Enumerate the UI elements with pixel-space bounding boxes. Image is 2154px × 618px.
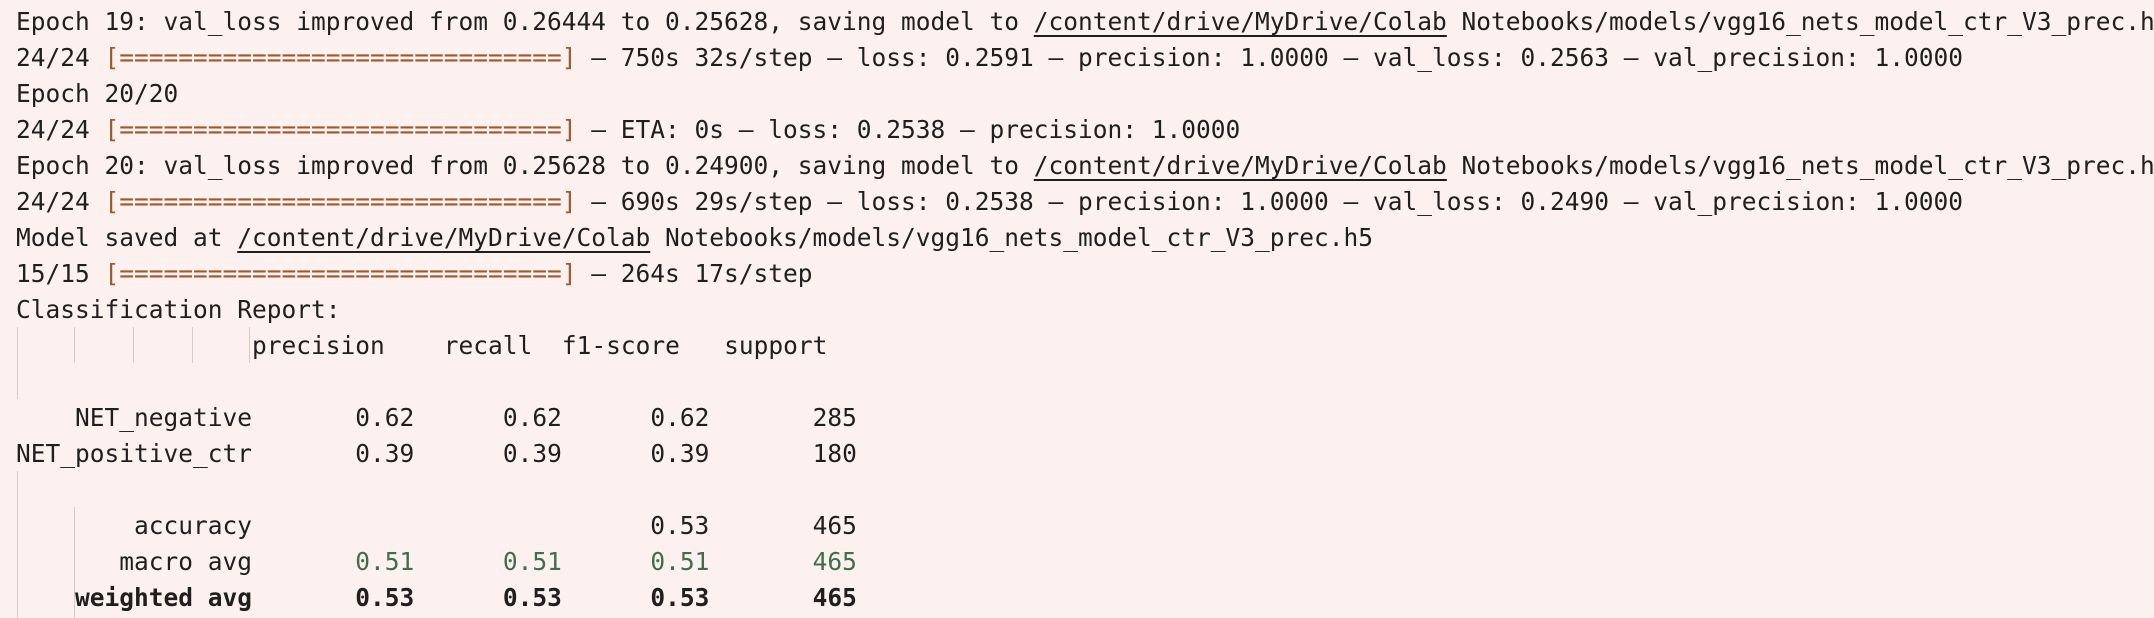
report-title: Classification Report:: [16, 295, 341, 324]
report-header-row: precision recall f1-score support: [16, 328, 2154, 364]
log-text: Epoch 19: val_loss improved from 0.26444…: [16, 7, 1034, 36]
progress-bar: [==============================]: [104, 187, 577, 216]
report-pad: [16, 583, 75, 612]
report-row: NET_positive_ctr 0.39 0.39 0.39 180: [16, 436, 2154, 472]
header-recall: recall: [443, 331, 533, 360]
log-line-epoch-header: Epoch 20/20: [16, 76, 2154, 112]
log-metrics: – 750s 32s/step – loss: 0.2591 – precisi…: [576, 43, 1964, 72]
report-pad: [252, 547, 355, 576]
cell-recall: 0.62: [502, 403, 562, 432]
row-label: macro avg: [119, 547, 253, 576]
report-pad: [252, 511, 650, 540]
log-line-epoch20-progress-live: 24/24 [==============================] –…: [16, 112, 2154, 148]
report-pad: [16, 547, 119, 576]
log-metrics: – 264s 17s/step: [576, 259, 813, 288]
report-summary-row: accuracy 0.53 465: [16, 508, 2154, 544]
cell-f1: 0.51: [650, 547, 710, 576]
log-line-epoch19-progress: 24/24 [==============================] –…: [16, 40, 2154, 76]
header-support: support: [724, 331, 828, 360]
report-pad: [414, 403, 503, 432]
log-text: Model saved at: [16, 223, 238, 252]
progress-bar: [==============================]: [104, 115, 577, 144]
log-line-epoch19-checkpoint: Epoch 19: val_loss improved from 0.26444…: [16, 4, 2154, 40]
report-summary-row: macro avg 0.51 0.51 0.51 465: [16, 544, 2154, 580]
model-path-link[interactable]: /content/drive/MyDrive/Colab: [1034, 151, 1447, 180]
progress-bar: [==============================]: [104, 43, 577, 72]
progress-bar: [==============================]: [104, 259, 577, 288]
log-text: Epoch 20: val_loss improved from 0.25628…: [16, 151, 1034, 180]
row-label: NET_negative: [75, 403, 253, 432]
cell-f1: 0.53: [650, 511, 710, 540]
log-metrics: – 690s 29s/step – loss: 0.2538 – precisi…: [576, 187, 1964, 216]
report-pad: [709, 583, 812, 612]
report-pad: [709, 403, 812, 432]
header-precision: precision: [252, 331, 385, 360]
step-count: 15/15: [16, 259, 105, 288]
cell-f1: 0.53: [650, 583, 710, 612]
log-text: Notebooks/models/vgg16_nets_model_ctr_V3…: [1446, 7, 2154, 36]
report-pad: [562, 403, 651, 432]
report-pad: [562, 547, 651, 576]
report-pad: [252, 439, 355, 468]
cell-support: 285: [812, 403, 857, 432]
report-pad: [414, 547, 503, 576]
cell-precision: 0.53: [355, 583, 415, 612]
cell-recall: 0.39: [502, 439, 562, 468]
report-pad: [16, 403, 75, 432]
cell-f1: 0.39: [650, 439, 710, 468]
row-label: weighted avg: [75, 583, 253, 612]
report-pad: [252, 583, 355, 612]
report-blank-line: [16, 364, 2154, 400]
row-label: NET_positive_ctr: [16, 439, 253, 468]
report-pad: [252, 403, 355, 432]
report-pad: [562, 439, 651, 468]
report-pad: [414, 583, 503, 612]
report-pad: [16, 511, 134, 540]
log-line-predict-progress: 15/15 [==============================] –…: [16, 256, 2154, 292]
cell-recall: 0.51: [502, 547, 562, 576]
log-text: Notebooks/models/vgg16_nets_model_ctr_V3…: [1446, 151, 2154, 180]
cell-support: 465: [812, 583, 857, 612]
report-blank-line: [16, 472, 2154, 508]
cell-precision: 0.62: [355, 403, 415, 432]
log-line-model-saved: Model saved at /content/drive/MyDrive/Co…: [16, 220, 2154, 256]
report-pad: [385, 331, 444, 360]
report-pad: [532, 331, 562, 360]
cell-precision: 0.51: [355, 547, 415, 576]
cell-f1: 0.62: [650, 403, 710, 432]
report-pad: [562, 583, 651, 612]
log-text: Notebooks/models/vgg16_nets_model_ctr_V3…: [650, 223, 1374, 252]
step-count: 24/24: [16, 115, 105, 144]
step-count: 24/24: [16, 43, 105, 72]
cell-support: 180: [812, 439, 857, 468]
cell-support: 465: [812, 511, 857, 540]
report-pad: [709, 511, 812, 540]
report-pad: [16, 331, 252, 360]
log-line-epoch20-progress: 24/24 [==============================] –…: [16, 184, 2154, 220]
report-pad: [680, 331, 724, 360]
log-text: Epoch 20/20: [16, 79, 179, 108]
log-line-epoch20-checkpoint: Epoch 20: val_loss improved from 0.25628…: [16, 148, 2154, 184]
cell-output: Epoch 19: val_loss improved from 0.26444…: [0, 0, 2154, 618]
model-path-link[interactable]: /content/drive/MyDrive/Colab: [237, 223, 650, 252]
cell-precision: 0.39: [355, 439, 415, 468]
cell-support: 465: [812, 547, 857, 576]
report-pad: [709, 439, 812, 468]
log-metrics: – ETA: 0s – loss: 0.2538 – precision: 1.…: [576, 115, 1241, 144]
report-pad: [414, 439, 503, 468]
model-path-link[interactable]: /content/drive/MyDrive/Colab: [1034, 7, 1447, 36]
header-f1-score: f1-score: [561, 331, 680, 360]
report-row: NET_negative 0.62 0.62 0.62 285: [16, 400, 2154, 436]
report-pad: [709, 547, 812, 576]
cell-recall: 0.53: [502, 583, 562, 612]
row-label: accuracy: [134, 511, 253, 540]
step-count: 24/24: [16, 187, 105, 216]
report-summary-row: weighted avg 0.53 0.53 0.53 465: [16, 580, 2154, 616]
